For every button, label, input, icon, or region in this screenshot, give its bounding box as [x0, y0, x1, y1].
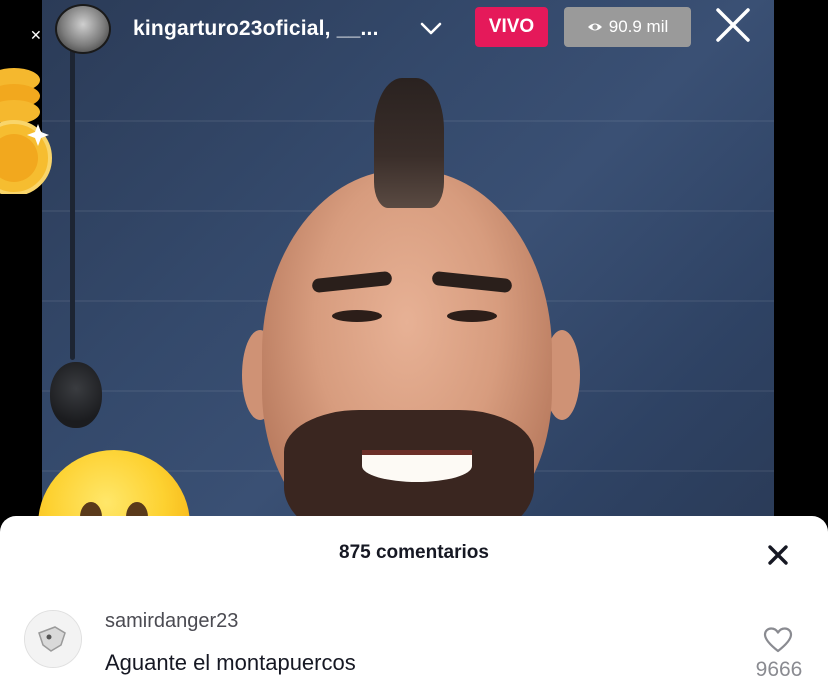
dismiss-icon[interactable]: ✕ — [30, 28, 42, 42]
live-badge: VIVO — [475, 7, 548, 47]
comments-count: 875 comentarios — [339, 542, 489, 563]
viewer-count: 90.9 mil — [608, 17, 669, 36]
viewer-count-pill[interactable]: 90.9 mil — [564, 7, 691, 47]
streamer-face — [232, 70, 580, 560]
host-name[interactable]: kingarturo23oficial, __... — [133, 17, 379, 41]
comment-text: Aguante el montapuercos — [105, 650, 356, 675]
cable — [70, 40, 75, 360]
live-badge-label: VIVO — [488, 16, 535, 37]
heart-icon[interactable] — [763, 626, 793, 654]
commenter-avatar[interactable] — [24, 610, 82, 668]
close-comments-icon[interactable] — [766, 543, 790, 567]
like-count: 9666 — [755, 658, 803, 681]
chevron-down-icon[interactable] — [418, 15, 444, 41]
host-avatar[interactable] — [55, 4, 111, 54]
live-top-bar: ✕ kingarturo23oficial, __... VIVO 90.9 m… — [0, 0, 828, 55]
eye-icon — [587, 23, 602, 31]
comment-item[interactable]: samirdanger23 Aguante el montapuercos 96… — [0, 602, 828, 681]
comments-sheet: 875 comentarios samirdanger23 Aguante el… — [0, 516, 828, 681]
coins-gift-icon[interactable] — [0, 62, 56, 194]
avatar-image — [25, 611, 81, 667]
comment-username[interactable]: samirdanger23 — [105, 610, 238, 633]
wall-lamp — [50, 362, 102, 428]
close-live-icon[interactable] — [714, 6, 752, 44]
